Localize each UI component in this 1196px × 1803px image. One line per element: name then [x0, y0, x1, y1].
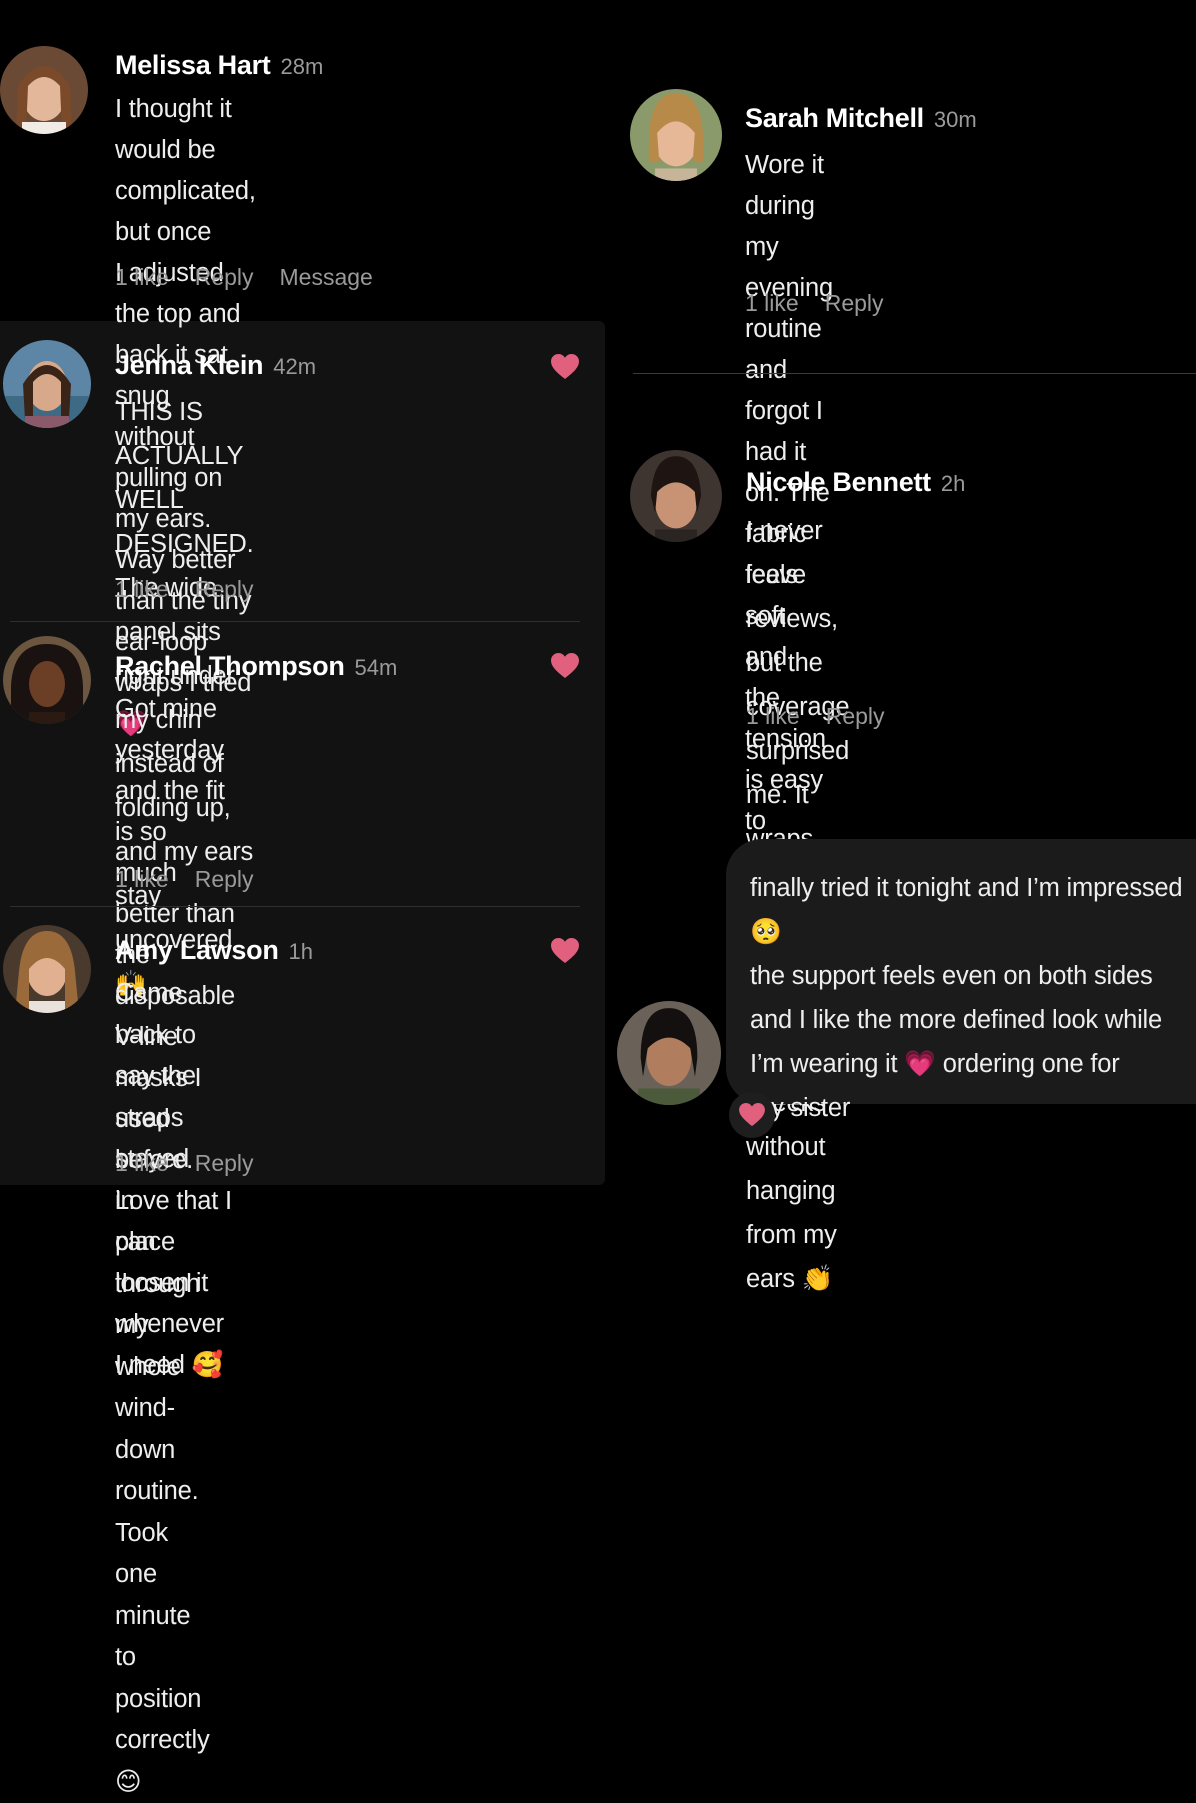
comment-timestamp: 28m — [280, 54, 324, 79]
message-button[interactable]: Message — [280, 264, 373, 290]
comment-line: routine. Took one minute to position — [115, 1477, 202, 1713]
comments-panel — [0, 321, 605, 1185]
reply-button[interactable]: Reply — [195, 866, 254, 892]
message-bubble[interactable]: finally tried it tonight and I’m impress… — [726, 839, 1196, 1122]
message-text: finally tried it tonight and I’m impress… — [750, 866, 1196, 1130]
reply-button[interactable]: Reply — [195, 264, 254, 290]
comment-line: I never leave reviews, but the coverage — [746, 517, 850, 721]
reply-button[interactable]: Reply — [825, 290, 884, 316]
comment-line: I thought it would be complicated, but o… — [115, 95, 256, 246]
divider — [10, 621, 580, 622]
divider — [10, 906, 580, 907]
avatar[interactable] — [3, 636, 91, 724]
message-line: and I like the more defined look while — [750, 1006, 1162, 1034]
comment-timestamp: 2h — [940, 471, 966, 496]
avatar[interactable] — [3, 340, 91, 428]
like-count[interactable]: 1 like — [115, 264, 169, 290]
heart-icon — [739, 1103, 765, 1127]
reply-button[interactable]: Reply — [195, 576, 254, 602]
message-avatar[interactable] — [617, 1001, 721, 1105]
comment-line: Got mine yesterday and the fit is so — [115, 695, 225, 846]
comment-author[interactable]: Rachel Thompson — [115, 651, 345, 681]
message-line: my sister — [750, 1094, 851, 1122]
comment-line: Wore it during my evening routine and — [745, 151, 833, 384]
message-line: finally tried it tonight and I’m impress… — [750, 874, 1183, 946]
avatar[interactable] — [630, 450, 722, 542]
like-count[interactable]: 1 like — [115, 1150, 169, 1176]
like-count[interactable]: 1 like — [745, 290, 799, 316]
comment-timestamp: 42m — [273, 354, 317, 379]
reply-button[interactable]: Reply — [826, 703, 885, 729]
comment-line: hanging from my ears 👏 — [746, 1177, 837, 1293]
comment-timestamp: 54m — [354, 655, 398, 680]
like-count[interactable]: 1 like — [115, 576, 169, 602]
message-line: I’m wearing it 💗 ordering one for — [750, 1050, 1120, 1078]
reply-button[interactable]: Reply — [195, 1150, 254, 1176]
avatar[interactable] — [0, 46, 88, 134]
comment-line: Came back to say the straps stayed in — [115, 979, 196, 1215]
message-line: the support feels even on both sides — [750, 962, 1153, 990]
comment-author[interactable]: Sarah Mitchell — [745, 103, 924, 133]
reaction-badge[interactable] — [729, 1092, 775, 1138]
comment-text: Came back to say the straps stayed in pl… — [115, 973, 210, 1803]
comment-author[interactable]: Nicole Bennett — [746, 467, 931, 497]
comment-line: correctly 😊 — [115, 1726, 210, 1796]
comment-author[interactable]: Amy Lawson — [115, 935, 279, 965]
like-count[interactable]: 1 like — [115, 866, 169, 892]
comment-line: THIS IS ACTUALLY WELL DESIGNED. — [115, 398, 254, 558]
comment-author[interactable]: Melissa Hart — [115, 50, 271, 80]
divider — [633, 373, 1196, 374]
heart-icon[interactable] — [551, 354, 579, 380]
comment-author[interactable]: Jenna Klein — [115, 350, 264, 380]
heart-icon[interactable] — [551, 653, 579, 679]
avatar[interactable] — [630, 89, 722, 181]
comment-line: place through my whole wind-down — [115, 1228, 201, 1464]
comment-timestamp: 30m — [933, 107, 977, 132]
comment-timestamp: 1h — [288, 939, 314, 964]
avatar[interactable] — [3, 925, 91, 1013]
heart-icon[interactable] — [551, 938, 579, 964]
like-count[interactable]: 1 like — [746, 703, 800, 729]
